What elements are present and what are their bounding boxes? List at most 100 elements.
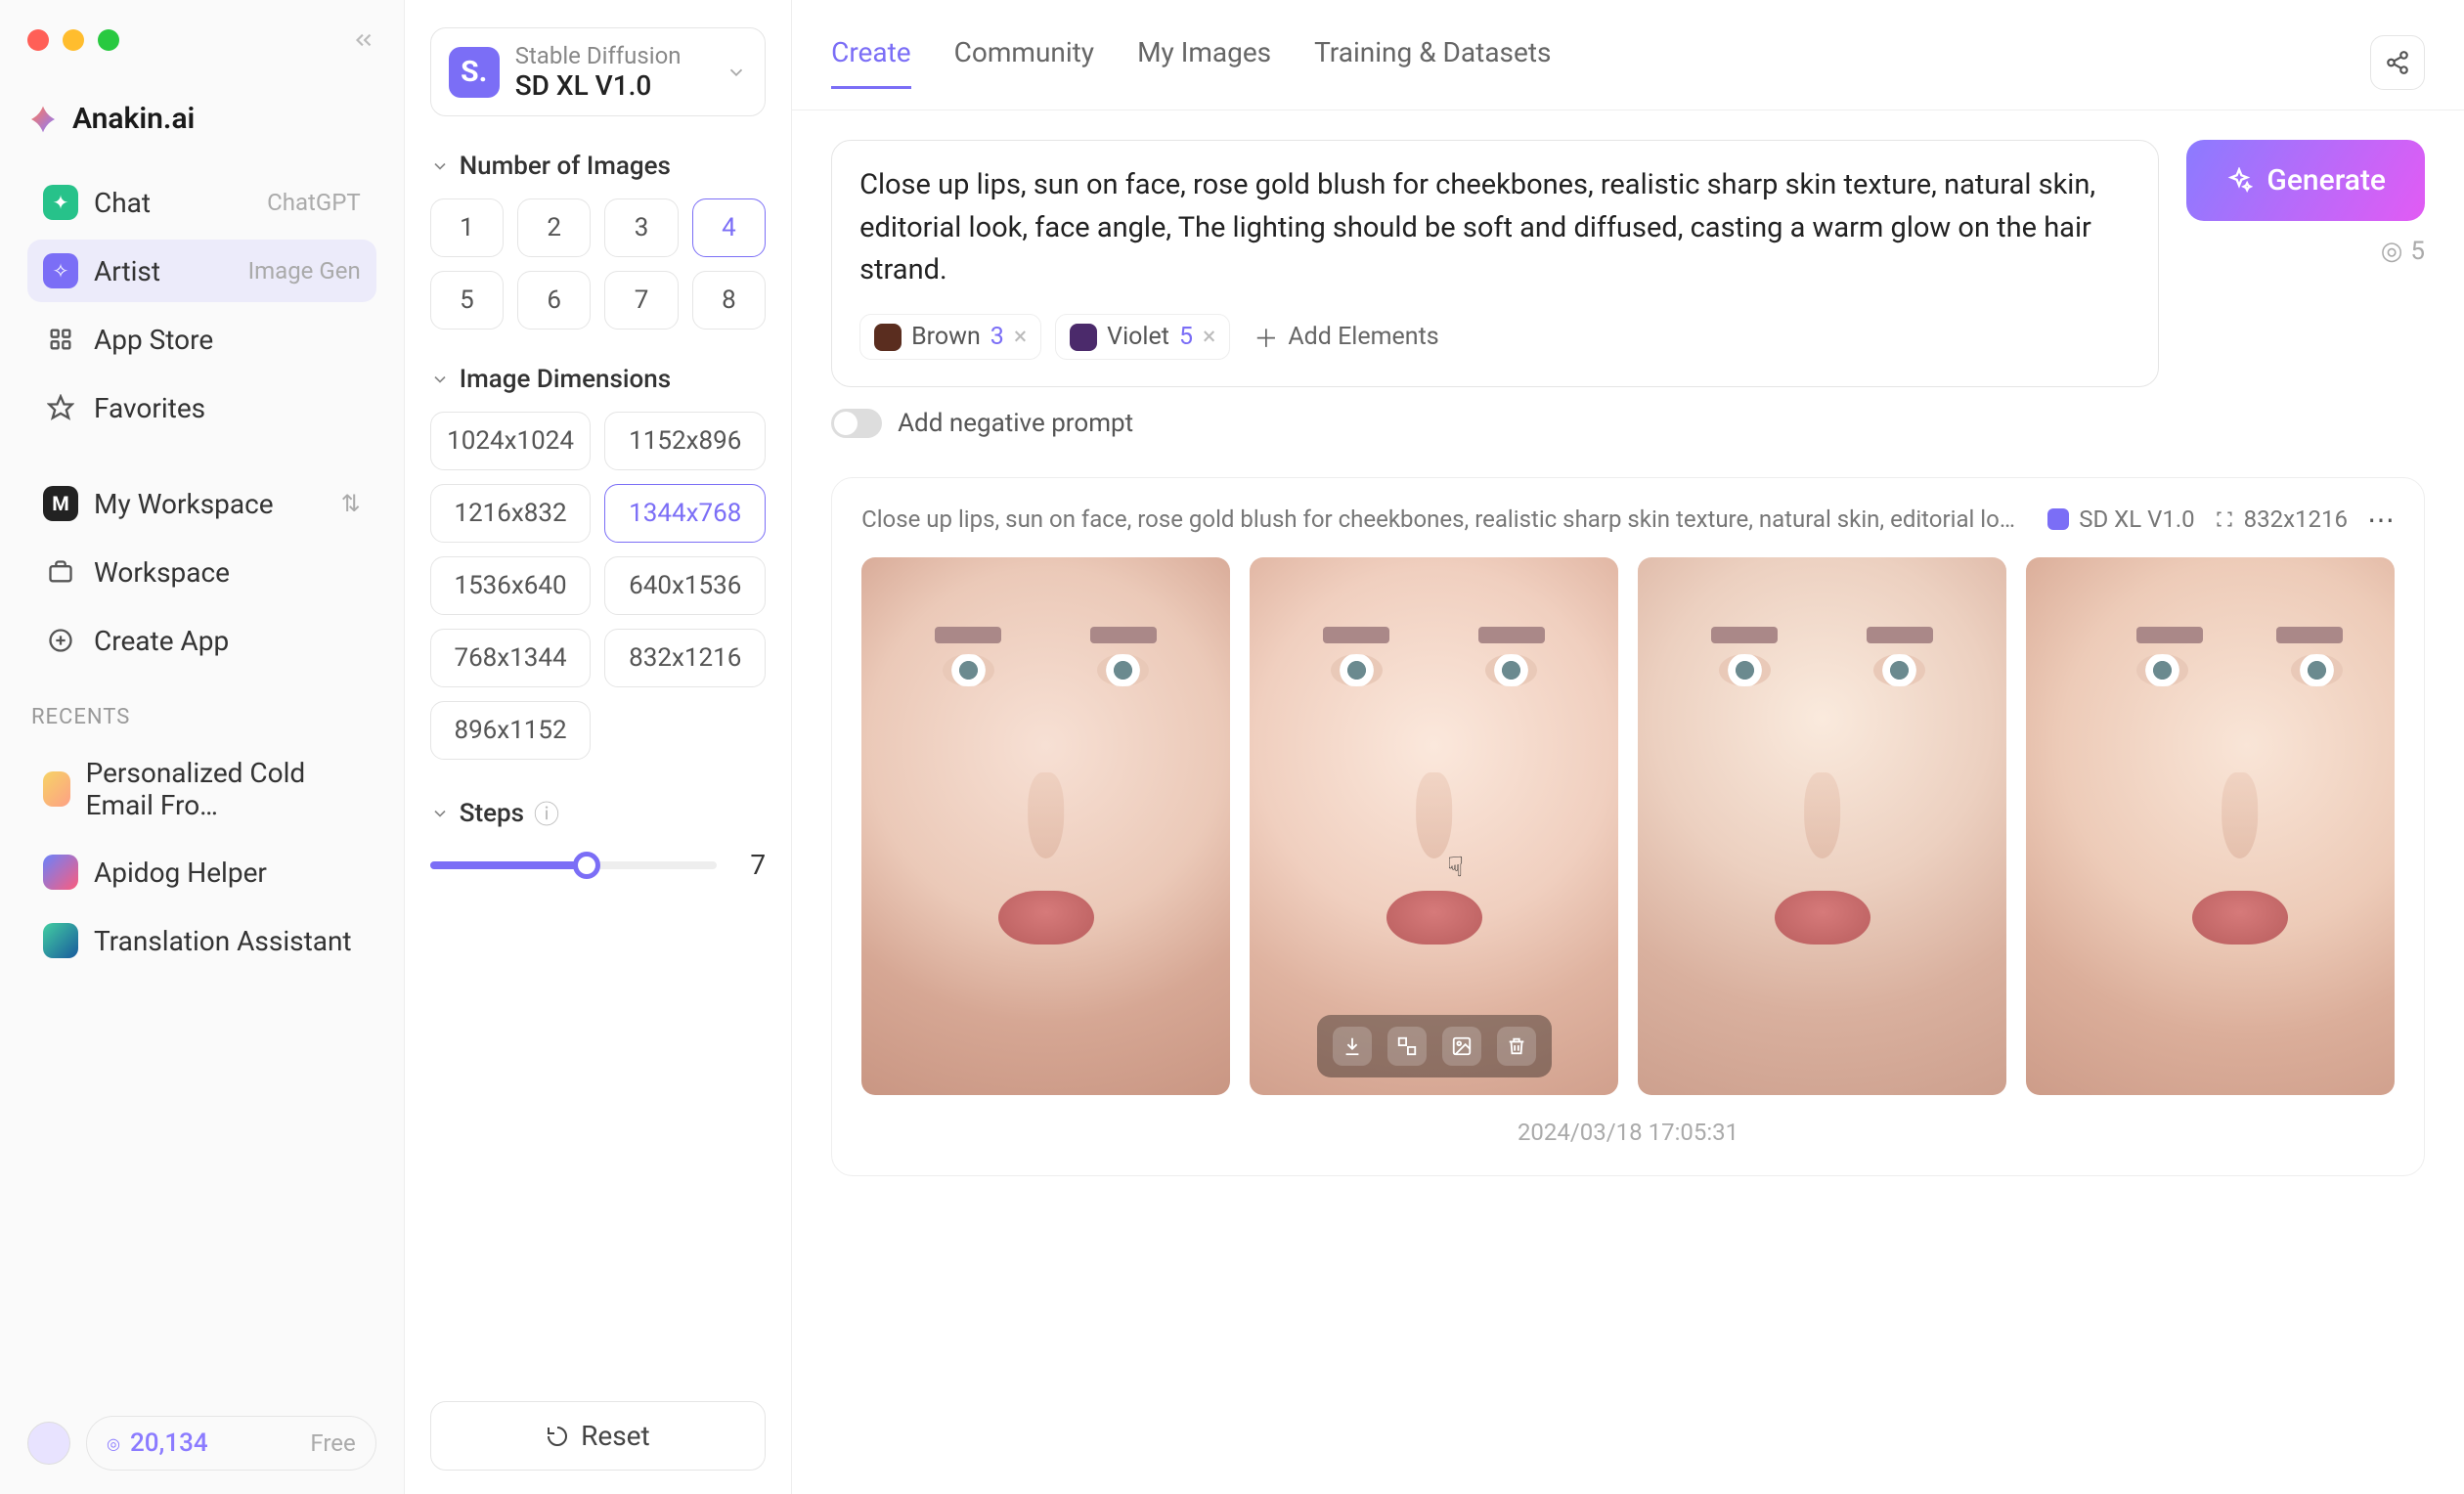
section-title: Steps bbox=[460, 799, 524, 828]
dimension-option-832x1216[interactable]: 832x1216 bbox=[604, 629, 766, 687]
element-chip-violet[interactable]: Violet 5 × bbox=[1055, 314, 1230, 360]
tab-community[interactable]: Community bbox=[954, 36, 1094, 89]
nav-tag: ChatGPT bbox=[267, 189, 361, 216]
recent-item-2[interactable]: Translation Assistant bbox=[27, 909, 376, 972]
model-badge-icon: S. bbox=[449, 47, 500, 98]
user-avatar[interactable] bbox=[27, 1422, 70, 1465]
num-images-option-8[interactable]: 8 bbox=[692, 271, 766, 330]
nav-artist[interactable]: ✧ Artist Image Gen bbox=[27, 240, 376, 302]
model-badge-icon bbox=[2047, 508, 2069, 530]
share-icon bbox=[2385, 50, 2410, 75]
close-window[interactable] bbox=[27, 29, 49, 51]
brand: Anakin.ai bbox=[27, 102, 376, 136]
prompt-box[interactable]: Close up lips, sun on face, rose gold bl… bbox=[831, 140, 2159, 387]
share-button[interactable] bbox=[2370, 35, 2425, 90]
steps-slider[interactable] bbox=[430, 861, 717, 869]
remove-chip-icon[interactable]: × bbox=[1203, 323, 1215, 351]
download-button[interactable] bbox=[1333, 1027, 1372, 1066]
prompt-text[interactable]: Close up lips, sun on face, rose gold bl… bbox=[859, 164, 2131, 292]
image-actions bbox=[1317, 1015, 1552, 1077]
neg-prompt-toggle[interactable] bbox=[831, 409, 882, 438]
result-model-label: SD XL V1.0 bbox=[2079, 505, 2194, 533]
remove-chip-icon[interactable]: × bbox=[1014, 323, 1027, 351]
nav-label: Create App bbox=[94, 625, 229, 657]
chip-count: 5 bbox=[1179, 323, 1193, 351]
num-images-option-6[interactable]: 6 bbox=[517, 271, 591, 330]
result-prompt: Close up lips, sun on face, rose gold bl… bbox=[861, 505, 2028, 533]
maximize-window[interactable] bbox=[98, 29, 119, 51]
nav-label: Favorites bbox=[94, 392, 205, 424]
nav-label: App Store bbox=[94, 324, 213, 356]
dimension-option-768x1344[interactable]: 768x1344 bbox=[430, 629, 592, 687]
reset-button[interactable]: Reset bbox=[430, 1401, 766, 1471]
app-icon bbox=[43, 771, 70, 807]
recent-item-1[interactable]: Apidog Helper bbox=[27, 841, 376, 903]
num-images-option-5[interactable]: 5 bbox=[430, 271, 504, 330]
delete-button[interactable] bbox=[1497, 1027, 1536, 1066]
more-icon[interactable]: ⋯ bbox=[2367, 504, 2395, 536]
num-images-option-7[interactable]: 7 bbox=[604, 271, 678, 330]
dimension-option-1024x1024[interactable]: 1024x1024 bbox=[430, 412, 592, 470]
edit-button[interactable] bbox=[1442, 1027, 1481, 1066]
result-image-1[interactable] bbox=[1250, 557, 1618, 1096]
tab-create[interactable]: Create bbox=[831, 36, 911, 89]
section-toggle[interactable]: Image Dimensions bbox=[430, 365, 766, 394]
dimension-option-1216x832[interactable]: 1216x832 bbox=[430, 484, 592, 543]
dimension-option-1536x640[interactable]: 1536x640 bbox=[430, 556, 592, 615]
nav-favorites[interactable]: Favorites bbox=[27, 376, 376, 439]
reset-label: Reset bbox=[581, 1420, 650, 1452]
num-images-option-3[interactable]: 3 bbox=[604, 198, 678, 257]
info-icon[interactable]: ⓘ bbox=[534, 795, 559, 831]
dimension-option-896x1152[interactable]: 896x1152 bbox=[430, 701, 592, 760]
add-elements-button[interactable]: ＋Add Elements bbox=[1244, 312, 1448, 363]
gen-cost: ◎ 5 bbox=[2381, 237, 2425, 266]
chip-name: Brown bbox=[911, 323, 981, 351]
nav-create-app[interactable]: Create App bbox=[27, 609, 376, 672]
sort-icon: ⇅ bbox=[341, 490, 361, 517]
result-image-0[interactable] bbox=[861, 557, 1230, 1096]
recent-item-0[interactable]: Personalized Cold Email Fro… bbox=[27, 743, 376, 835]
nav-tag: Image Gen bbox=[248, 257, 361, 285]
section-toggle[interactable]: Number of Images bbox=[430, 152, 766, 181]
nav-workspace[interactable]: Workspace bbox=[27, 541, 376, 603]
section-title: Image Dimensions bbox=[460, 365, 671, 394]
recent-label: Apidog Helper bbox=[94, 857, 267, 889]
swatch-icon bbox=[1070, 324, 1097, 351]
recent-label: Translation Assistant bbox=[94, 925, 352, 957]
nav-my-workspace[interactable]: M My Workspace ⇅ bbox=[27, 472, 376, 535]
result-image-2[interactable] bbox=[1638, 557, 2006, 1096]
model-selector[interactable]: S. Stable Diffusion SD XL V1.0 bbox=[430, 27, 766, 116]
section-steps: Steps ⓘ 7 bbox=[430, 795, 766, 881]
num-images-option-1[interactable]: 1 bbox=[430, 198, 504, 257]
window-controls bbox=[27, 27, 376, 53]
expand-icon bbox=[2215, 509, 2234, 529]
reset-icon bbox=[546, 1425, 569, 1448]
neg-prompt-label: Add negative prompt bbox=[898, 409, 1133, 438]
section-toggle[interactable]: Steps ⓘ bbox=[430, 795, 766, 831]
chip-name: Violet bbox=[1107, 323, 1169, 351]
variation-button[interactable] bbox=[1387, 1027, 1427, 1066]
tab-training-datasets[interactable]: Training & Datasets bbox=[1314, 36, 1551, 89]
nav-chat[interactable]: ✦ Chat ChatGPT bbox=[27, 171, 376, 234]
dimension-option-640x1536[interactable]: 640x1536 bbox=[604, 556, 766, 615]
dimension-option-1344x768[interactable]: 1344x768 bbox=[604, 484, 766, 543]
result-image-3[interactable] bbox=[2026, 557, 2395, 1096]
topbar: Create Community My Images Training & Datas… bbox=[792, 0, 2464, 110]
nav-label: Artist bbox=[94, 255, 160, 287]
dimension-option-1152x896[interactable]: 1152x896 bbox=[604, 412, 766, 470]
tab-my-images[interactable]: My Images bbox=[1137, 36, 1271, 89]
result-dim: 832x1216 bbox=[2215, 505, 2348, 533]
model-name: SD XL V1.0 bbox=[515, 69, 682, 102]
nav-appstore[interactable]: App Store bbox=[27, 308, 376, 371]
element-chip-brown[interactable]: Brown3× bbox=[859, 314, 1041, 360]
chevron-down-icon bbox=[430, 370, 450, 389]
credits-pill[interactable]: ◎ 20,134 Free bbox=[86, 1416, 376, 1471]
num-images-option-2[interactable]: 2 bbox=[517, 198, 591, 257]
brand-logo-icon bbox=[27, 104, 59, 135]
generate-button[interactable]: Generate bbox=[2186, 140, 2425, 221]
minimize-window[interactable] bbox=[63, 29, 84, 51]
artist-icon: ✧ bbox=[43, 253, 78, 288]
num-images-option-4[interactable]: 4 bbox=[692, 198, 766, 257]
app-icon bbox=[43, 855, 78, 890]
collapse-sidebar-icon[interactable] bbox=[351, 27, 376, 53]
